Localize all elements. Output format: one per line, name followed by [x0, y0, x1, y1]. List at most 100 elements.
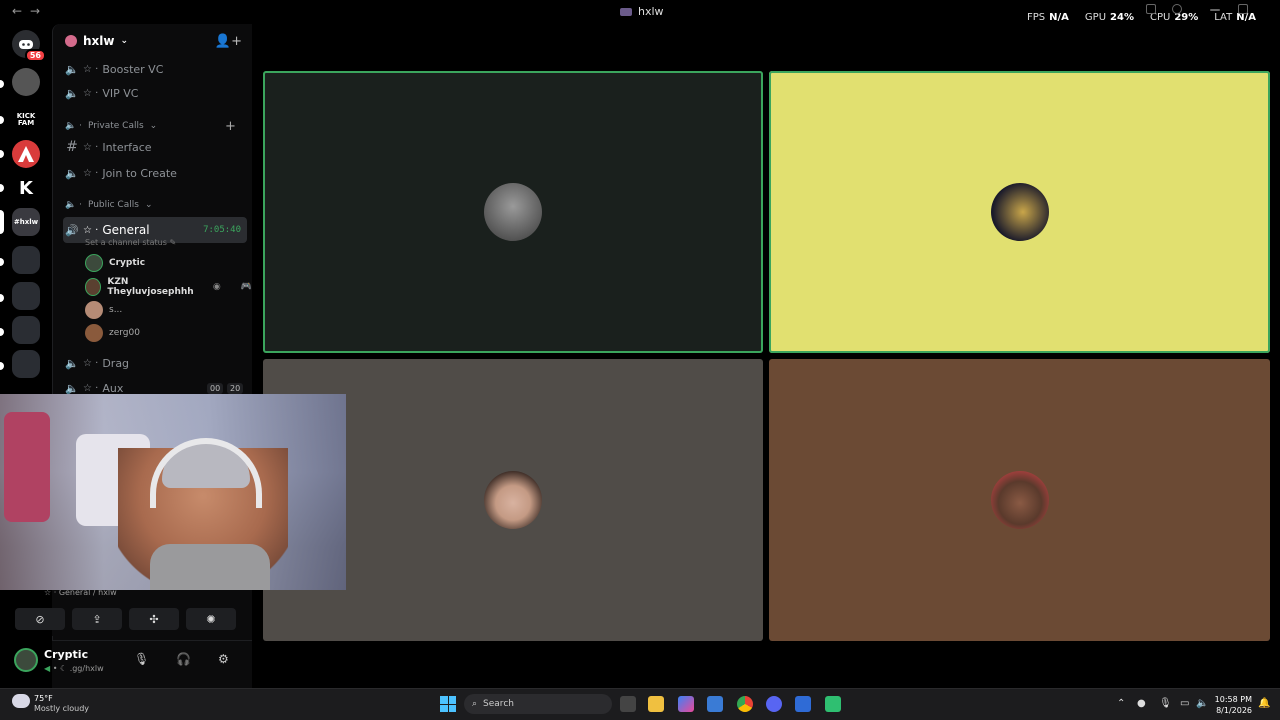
gear-icon[interactable]: ⚙ — [218, 652, 229, 666]
clock[interactable]: 10:58 PM 8/1/2026 — [1215, 694, 1252, 716]
app-icon[interactable] — [795, 696, 811, 712]
unread-pill — [0, 328, 4, 336]
stat-gpu: GPU 24% — [1084, 12, 1134, 23]
speaker-icon: 🔈 — [65, 166, 79, 180]
username[interactable]: Cryptic — [44, 648, 88, 661]
category-label: Public Calls — [87, 200, 139, 210]
screen-share-button[interactable]: ⇪ — [72, 608, 122, 630]
server-header[interactable]: hxlw ⌄ — [65, 34, 128, 48]
channel-drag[interactable]: 🔈 ☆ · Drag — [63, 353, 247, 373]
server-folder-4[interactable] — [12, 350, 40, 378]
member-name: zerg00 — [109, 328, 140, 338]
channel-name: Join to Create — [102, 166, 177, 180]
hashtag-icon: # — [66, 139, 78, 155]
avatar — [85, 324, 103, 342]
microphone-icon[interactable]: 🎙 — [134, 652, 149, 666]
active-app-icon[interactable] — [825, 696, 841, 712]
search-label: Search — [483, 699, 514, 709]
avatar — [85, 301, 103, 319]
taskbar — [0, 688, 1280, 720]
chevron-down-icon: ⌄ — [149, 121, 158, 131]
search-icon: ⌕ — [472, 699, 478, 709]
taskbar-search[interactable]: ⌕ Search — [464, 694, 612, 714]
participant-avatar — [484, 183, 542, 241]
maximize-icon[interactable] — [1238, 4, 1248, 14]
star-icon: ☆ · — [83, 141, 99, 153]
channel-status[interactable]: Set a channel status ✎ — [85, 238, 176, 247]
channel-interface[interactable]: # ☆ · Interface — [63, 137, 247, 157]
home-button[interactable]: 56 — [12, 30, 46, 62]
camera-off-button[interactable]: ⊘ — [15, 608, 65, 630]
forward-icon[interactable]: → — [30, 4, 40, 18]
back-icon[interactable]: ← — [12, 4, 22, 18]
weather-description[interactable]: Mostly cloudy — [34, 704, 89, 713]
minimize-icon[interactable] — [1210, 9, 1220, 11]
volume-icon[interactable]: 🔈 — [1196, 698, 1208, 709]
server-icon-1[interactable] — [12, 68, 40, 96]
voice-member-cryptic[interactable]: Cryptic — [85, 254, 145, 272]
avatar — [85, 254, 103, 272]
channel-name: VIP VC — [102, 86, 139, 100]
video-stage — [252, 24, 1280, 688]
category-private-calls[interactable]: 🔈 · Private Calls ⌄ + — [65, 119, 236, 134]
soundboard-button[interactable]: ✺ — [186, 608, 236, 630]
star-icon: ☆ · — [83, 63, 99, 75]
chevron-down-icon: ⌄ — [144, 200, 153, 210]
store-icon[interactable] — [707, 696, 723, 712]
server-icon-k[interactable]: K — [12, 174, 40, 202]
discord-taskbar-icon[interactable] — [766, 696, 782, 712]
chrome-icon[interactable] — [737, 696, 753, 712]
channel-vip-vc[interactable]: 🔈 ☆ · VIP VC — [63, 83, 247, 103]
server-folder-3[interactable] — [12, 316, 40, 344]
server-folder-1[interactable] — [12, 246, 40, 274]
notification-icon[interactable]: 🔔 — [1258, 698, 1270, 709]
server-name: hxlw — [83, 34, 115, 48]
category-public-calls[interactable]: 🔈 · Public Calls ⌄ — [65, 200, 152, 210]
server-folder-2[interactable] — [12, 282, 40, 310]
server-icon-hxlw[interactable]: #hxlw — [12, 208, 40, 236]
category-label: Private Calls — [87, 121, 144, 131]
member-name: KZN Theyluvjosephhh — [107, 277, 194, 297]
file-explorer-icon[interactable] — [648, 696, 664, 712]
selected-pill — [0, 210, 4, 234]
channel-name: Booster VC — [102, 62, 164, 76]
activities-button[interactable]: ✣ — [129, 608, 179, 630]
chevron-up-icon[interactable]: ⌃ — [1117, 698, 1125, 709]
weather-icon[interactable] — [12, 694, 30, 708]
user-limit: 20 — [227, 382, 244, 394]
channel-name: Aux — [102, 381, 124, 395]
participant-avatar — [990, 183, 1049, 241]
server-icon-apex[interactable] — [12, 140, 40, 168]
copilot-icon[interactable] — [678, 696, 694, 712]
star-icon: ☆ · — [83, 224, 99, 236]
star-icon: ☆ · — [83, 167, 99, 179]
server-icon-kick-fam[interactable]: KICK FAM — [12, 106, 40, 134]
weather-temperature[interactable]: 75°F — [34, 694, 53, 703]
help-icon[interactable] — [1172, 4, 1182, 14]
video-tile-1[interactable] — [263, 71, 763, 353]
channel-booster-vc[interactable]: 🔈 ☆ · Booster VC — [63, 59, 247, 79]
microphone-tray-icon[interactable]: 🎙 — [1159, 698, 1172, 709]
video-tile-2[interactable] — [769, 71, 1270, 353]
add-member-icon[interactable]: 👤+ — [215, 34, 242, 49]
start-button[interactable] — [440, 696, 456, 712]
channel-join-to-create[interactable]: 🔈 ☆ · Join to Create — [63, 163, 247, 183]
chevron-down-icon: ⌄ — [120, 36, 129, 46]
user-avatar[interactable] — [14, 648, 38, 672]
headphones-icon[interactable]: 🎧 — [176, 652, 191, 666]
voice-member-kzn[interactable]: KZN Theyluvjosephhh ◉ 🎮 — [85, 277, 252, 297]
task-view-icon[interactable] — [620, 696, 636, 712]
network-icon[interactable]: ▭ — [1180, 698, 1189, 709]
webcam-jacket — [4, 412, 50, 522]
add-channel-icon[interactable]: + — [225, 119, 236, 134]
voice-member-zerg00[interactable]: zerg00 — [85, 324, 140, 342]
voice-member-s[interactable]: s... — [85, 301, 122, 319]
star-icon: ☆ · — [83, 357, 99, 369]
server-avatar — [65, 35, 77, 47]
video-tile-4[interactable] — [769, 359, 1270, 641]
tray-app-icon[interactable]: ● — [1137, 698, 1146, 709]
screen-share-icon: ⇪ — [92, 612, 102, 626]
notification-badge: 56 — [24, 49, 46, 62]
inbox-icon[interactable] — [1146, 4, 1156, 14]
star-icon: ☆ · — [83, 87, 99, 99]
